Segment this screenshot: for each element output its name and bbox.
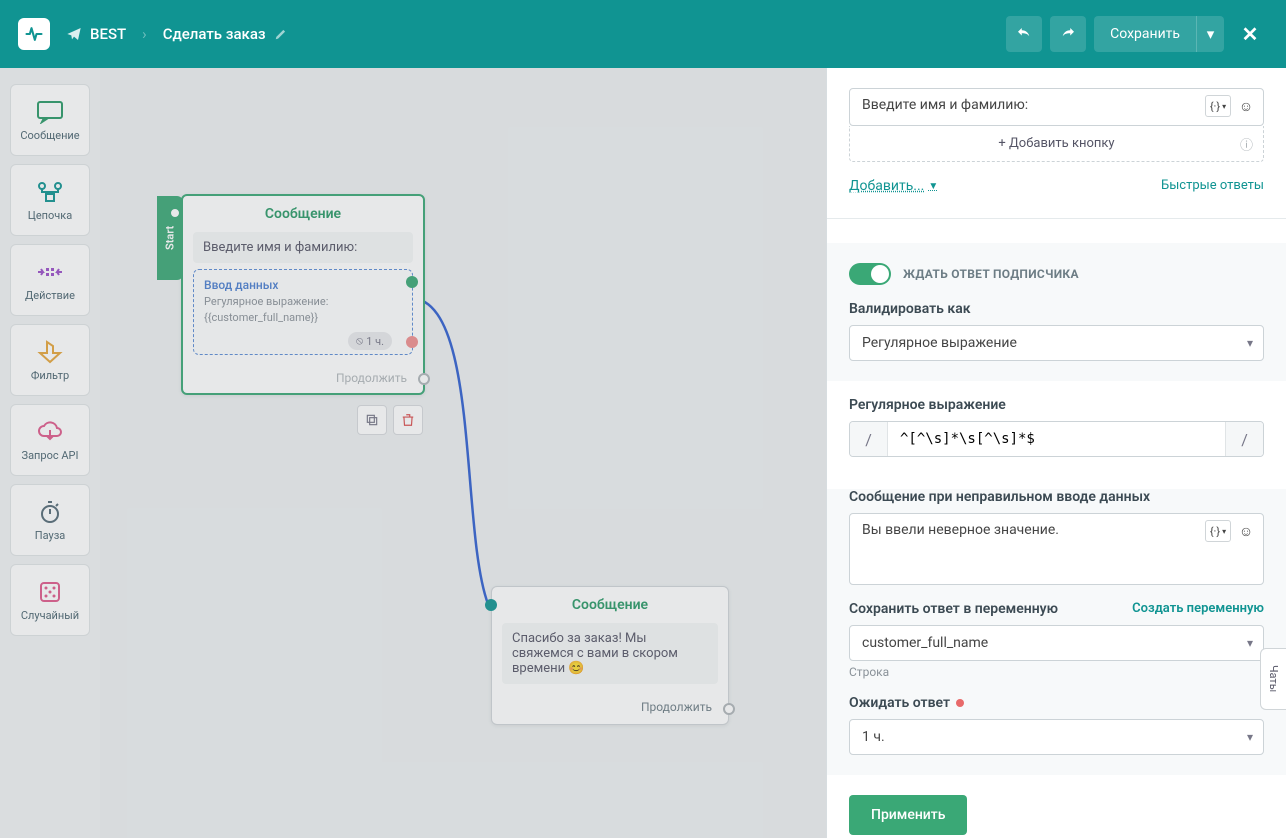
port-continue-2[interactable]	[723, 703, 735, 715]
redo-button[interactable]	[1050, 16, 1086, 52]
properties-panel: Введите имя и фамилию: {·}▾ ☺ + Добавить…	[826, 68, 1286, 838]
flow-name: Сделать заказ	[163, 25, 266, 43]
emoji-button[interactable]: ☺	[1235, 95, 1257, 117]
node1-message: Введите имя и фамилию:	[193, 232, 413, 263]
port-continue[interactable]	[418, 373, 430, 385]
wait-time-select[interactable]: 1 ч.	[849, 719, 1264, 755]
cloud-icon	[37, 420, 63, 444]
save-label: Сохранить	[1094, 16, 1196, 52]
canvas[interactable]: Start Сообщение Введите имя и фамилию: В…	[100, 68, 826, 838]
tool-filter[interactable]: Фильтр	[10, 324, 90, 396]
port-fail[interactable]	[406, 336, 418, 348]
top-bar: BEST › Сделать заказ Сохранить ▾ ✕	[0, 0, 1286, 68]
info-icon[interactable]: ⓘ	[1240, 134, 1253, 153]
regex-slash-close: /	[1225, 422, 1263, 456]
message-text-input[interactable]: Введите имя и фамилию: {·}▾ ☺	[849, 88, 1264, 126]
emoji-button-2[interactable]: ☺	[1235, 520, 1257, 542]
create-var-link[interactable]: Создать переменную	[1132, 601, 1264, 616]
close-button[interactable]: ✕	[1232, 16, 1268, 52]
variable-select[interactable]: customer_full_name	[849, 625, 1264, 661]
insert-variable-button[interactable]: {·}▾	[1205, 95, 1231, 117]
action-icon	[36, 262, 64, 282]
filter-icon	[37, 340, 63, 364]
breadcrumb-flow[interactable]: Сделать заказ	[147, 0, 304, 68]
edit-icon[interactable]	[274, 27, 288, 41]
node1-input-block[interactable]: Ввод данных Регулярное выражение: {{cust…	[193, 269, 413, 355]
regex-input[interactable]	[888, 422, 1225, 456]
tool-api[interactable]: Запрос API	[10, 404, 90, 476]
toolbox: Сообщение Цепочка Действие Фильтр Запрос…	[0, 68, 100, 838]
regex-label: Регулярное выражение	[849, 397, 1264, 413]
save-button[interactable]: Сохранить ▾	[1094, 16, 1224, 52]
save-dropdown[interactable]: ▾	[1196, 16, 1224, 52]
node-message-2[interactable]: Сообщение Спасибо за заказ! Мы свяжемся …	[491, 586, 729, 725]
telegram-icon	[66, 26, 82, 42]
logo[interactable]	[18, 18, 50, 50]
input-block-sub2: {{customer_full_name}}	[204, 311, 402, 324]
redo-icon	[1059, 25, 1077, 43]
bot-name: BEST	[90, 25, 126, 43]
regex-input-group: / /	[849, 421, 1264, 457]
error-msg-label: Сообщение при неправильном вводе данных	[849, 489, 1264, 505]
wait-reply-toggle[interactable]	[849, 263, 891, 285]
tool-action[interactable]: Действие	[10, 244, 90, 316]
chats-tab[interactable]: Чаты	[1260, 648, 1286, 710]
tool-message[interactable]: Сообщение	[10, 84, 90, 156]
stopwatch-icon	[38, 500, 62, 524]
validate-label: Валидировать как	[849, 301, 1264, 317]
port-in[interactable]	[485, 599, 497, 611]
pulse-icon	[24, 24, 44, 44]
start-port	[169, 207, 181, 219]
node2-continue: Продолжить	[492, 694, 728, 724]
wait-badge: ⦸1 ч.	[348, 332, 392, 350]
tool-random[interactable]: Случайный	[10, 564, 90, 636]
validate-select[interactable]: Регулярное выражение	[849, 325, 1264, 361]
undo-button[interactable]	[1006, 16, 1042, 52]
trash-icon	[401, 413, 415, 427]
node1-title: Сообщение	[183, 196, 423, 232]
node1-continue: Продолжить	[183, 365, 423, 393]
insert-variable-button-2[interactable]: {·}▾	[1205, 520, 1231, 542]
tool-pause[interactable]: Пауза	[10, 484, 90, 556]
breadcrumb-sep: ›	[142, 25, 147, 43]
node-message-1[interactable]: Start Сообщение Введите имя и фамилию: В…	[181, 194, 425, 395]
variable-type-hint: Строка	[849, 665, 1264, 679]
input-block-sub1: Регулярное выражение:	[204, 295, 402, 308]
message-icon	[36, 100, 64, 124]
undo-icon	[1015, 25, 1033, 43]
dice-icon	[38, 580, 62, 604]
required-dot	[956, 699, 964, 707]
divider	[827, 218, 1286, 219]
wait-reply-label: ЖДАТЬ ОТВЕТ ПОДПИСЧИКА	[903, 267, 1079, 281]
port-success[interactable]	[406, 276, 418, 288]
node2-title: Сообщение	[492, 587, 728, 623]
node2-message: Спасибо за заказ! Мы свяжемся с вами в с…	[502, 623, 718, 684]
chain-icon	[36, 180, 64, 204]
breadcrumb-bot[interactable]: BEST	[50, 0, 142, 68]
node-copy-button[interactable]	[357, 405, 387, 435]
add-element-link[interactable]: Добавить... ▼	[849, 178, 938, 194]
error-msg-input[interactable]: Вы ввели неверное значение. {·}▾ ☺	[849, 513, 1264, 585]
regex-slash-open: /	[850, 422, 888, 456]
node-delete-button[interactable]	[393, 405, 423, 435]
apply-button[interactable]: Применить	[849, 795, 967, 835]
quick-replies-link[interactable]: Быстрые ответы	[1161, 178, 1264, 193]
copy-icon	[365, 413, 379, 427]
save-var-label: Сохранить ответ в переменную Создать пер…	[849, 601, 1264, 617]
tool-chain[interactable]: Цепочка	[10, 164, 90, 236]
wait-time-label: Ожидать ответ	[849, 695, 1264, 711]
input-block-title: Ввод данных	[204, 278, 402, 292]
add-button-row[interactable]: + Добавить кнопку ⓘ	[849, 126, 1264, 162]
